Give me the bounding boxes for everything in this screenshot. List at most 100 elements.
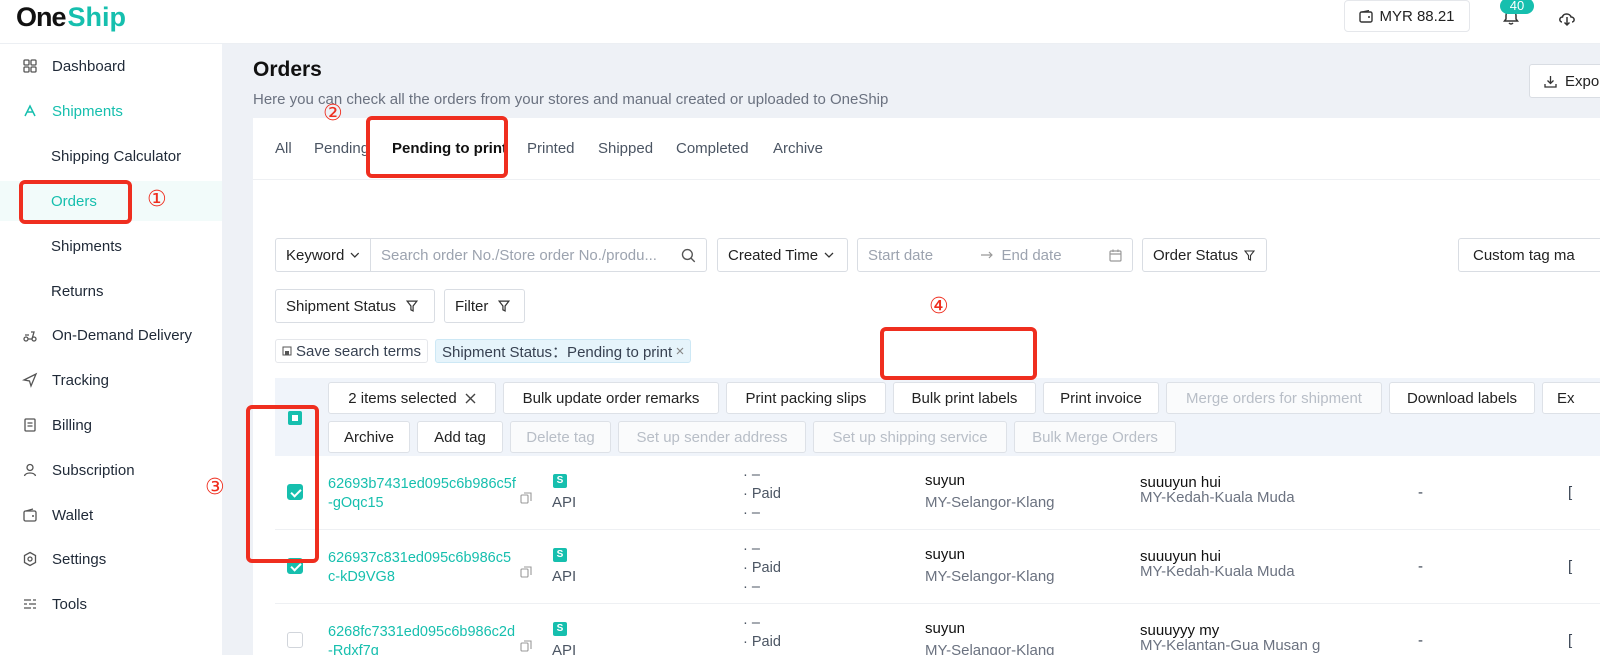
download-labels-button[interactable]: Download labels bbox=[1389, 382, 1535, 414]
payment-status: · – · Paid · – bbox=[743, 466, 781, 523]
sidebar-item-orders[interactable]: Orders bbox=[0, 181, 222, 221]
oneship-logo[interactable]: OneShip bbox=[16, 2, 126, 32]
chevron-down-icon bbox=[350, 252, 360, 258]
filter-button[interactable]: Filter bbox=[444, 289, 525, 323]
sidebar-item-label: Shipments bbox=[51, 237, 122, 255]
close-icon[interactable] bbox=[676, 347, 684, 355]
payment-status: · – · Paid · – bbox=[743, 614, 781, 655]
store-badge: S bbox=[553, 474, 567, 488]
save-icon bbox=[282, 346, 292, 356]
sidebar-item-billing[interactable]: Billing bbox=[0, 405, 222, 445]
row-checkbox[interactable] bbox=[287, 558, 303, 574]
sender-name: suyun bbox=[925, 620, 966, 637]
sidebar-item-label: Shipments bbox=[52, 102, 123, 120]
merge-orders-button[interactable]: Merge orders for shipment bbox=[1166, 382, 1382, 414]
items-selected-label: 2 items selected bbox=[348, 389, 457, 407]
cell-value: [ bbox=[1568, 484, 1573, 501]
sidebar-item-wallet[interactable]: Wallet bbox=[0, 495, 222, 535]
payment-line: · Paid bbox=[743, 634, 781, 650]
cell-value: [ bbox=[1568, 632, 1573, 649]
row-checkbox[interactable] bbox=[287, 632, 303, 648]
page-subtitle: Here you can check all the orders from y… bbox=[253, 91, 889, 108]
created-time-select[interactable]: Created Time bbox=[717, 238, 848, 272]
sidebar-item-dashboard[interactable]: Dashboard bbox=[0, 46, 222, 86]
keyword-select[interactable]: Keyword bbox=[275, 238, 371, 272]
sidebar-item-subscription[interactable]: Subscription bbox=[0, 450, 222, 490]
order-id-link[interactable]: 626937c831ed095c6b986c5c-kD9VG8 bbox=[328, 549, 518, 587]
tab-archive[interactable]: Archive bbox=[773, 140, 823, 157]
table-row[interactable]: 6268fc7331ed095c6b986c2d-Rdxf7g S API · … bbox=[275, 604, 1600, 655]
close-icon[interactable] bbox=[465, 393, 476, 404]
copy-icon[interactable] bbox=[520, 640, 532, 652]
wallet-balance-button[interactable]: MYR 88.21 bbox=[1344, 0, 1470, 32]
sidebar-item-tools[interactable]: Tools bbox=[0, 584, 222, 624]
order-tabs: All Pending Pending to print Printed Shi… bbox=[253, 118, 1600, 180]
main-content: Orders Here you can check all the orders… bbox=[222, 44, 1600, 655]
order-source: API bbox=[552, 494, 577, 511]
sidebar-item-shipments[interactable]: Shipments bbox=[0, 226, 222, 266]
sidebar-item-on-demand-delivery[interactable]: On-Demand Delivery bbox=[0, 315, 222, 355]
tab-all[interactable]: All bbox=[275, 140, 292, 157]
active-filter-label: Shipment Status：Pending to print bbox=[442, 343, 673, 361]
add-tag-button[interactable]: Add tag bbox=[417, 421, 503, 453]
items-selected-pill[interactable]: 2 items selected bbox=[328, 382, 496, 414]
order-id-link[interactable]: 6268fc7331ed095c6b986c2d-Rdxf7g bbox=[328, 623, 518, 655]
set-sender-address-button[interactable]: Set up sender address bbox=[618, 421, 806, 453]
sender-location: MY-Selangor-Klang bbox=[925, 494, 1055, 511]
bulk-merge-orders-button[interactable]: Bulk Merge Orders bbox=[1014, 421, 1176, 453]
logo-text-one: One bbox=[16, 2, 67, 32]
order-id-link[interactable]: 62693b7431ed095c6b986c5f-gOqc15 bbox=[328, 475, 518, 513]
cloud-download-icon[interactable] bbox=[1556, 7, 1578, 29]
print-invoice-button[interactable]: Print invoice bbox=[1043, 382, 1159, 414]
archive-button[interactable]: Archive bbox=[328, 421, 410, 453]
sidebar-item-shipments-group[interactable]: Shipments bbox=[0, 91, 222, 131]
sidebar-item-returns[interactable]: Returns bbox=[0, 271, 222, 311]
search-box bbox=[370, 238, 707, 272]
select-all-checkbox[interactable] bbox=[288, 411, 302, 425]
shipment-status-filter[interactable]: Shipment Status bbox=[275, 289, 435, 323]
tab-pending[interactable]: Pending bbox=[314, 140, 369, 157]
delete-tag-button[interactable]: Delete tag bbox=[510, 421, 611, 453]
cell-value: - bbox=[1418, 484, 1423, 501]
table-row[interactable]: 626937c831ed095c6b986c5c-kD9VG8 S API · … bbox=[275, 530, 1600, 604]
scooter-icon bbox=[23, 331, 37, 342]
bulk-print-labels-button[interactable]: Bulk print labels bbox=[893, 382, 1036, 414]
export-button[interactable]: Expo bbox=[1529, 64, 1600, 98]
bulk-update-remarks-button[interactable]: Bulk update order remarks bbox=[503, 382, 719, 414]
sidebar-item-label: Wallet bbox=[52, 506, 94, 524]
orders-panel: All Pending Pending to print Printed Shi… bbox=[253, 118, 1600, 655]
export-selected-button[interactable]: Ex bbox=[1542, 382, 1600, 414]
start-date-placeholder: Start date bbox=[868, 246, 934, 264]
sidebar-item-label: Billing bbox=[52, 416, 93, 434]
print-packing-slips-button[interactable]: Print packing slips bbox=[726, 382, 886, 414]
filter-button-label: Filter bbox=[455, 297, 489, 315]
table-row[interactable]: 62693b7431ed095c6b986c5f-gOqc15 S API · … bbox=[275, 456, 1600, 530]
tab-completed[interactable]: Completed bbox=[676, 140, 749, 157]
sidebar-item-settings[interactable]: Settings bbox=[0, 539, 222, 579]
search-icon[interactable] bbox=[681, 248, 696, 263]
date-range-picker[interactable]: Start date End date bbox=[857, 238, 1133, 272]
order-status-filter[interactable]: Order Status bbox=[1142, 238, 1267, 272]
payment-line: · – bbox=[743, 541, 760, 557]
step-marker-1: ① bbox=[147, 186, 167, 211]
payment-line: · – bbox=[743, 467, 760, 483]
payment-line: · – bbox=[743, 579, 760, 595]
wallet-balance-text: MYR 88.21 bbox=[1379, 7, 1455, 25]
tab-printed[interactable]: Printed bbox=[527, 140, 575, 157]
custom-tag-label: Custom tag ma bbox=[1473, 246, 1575, 264]
sidebar-item-shipping-calculator[interactable]: Shipping Calculator bbox=[0, 136, 222, 176]
sidebar-item-tracking[interactable]: Tracking bbox=[0, 360, 222, 400]
set-shipping-service-button[interactable]: Set up shipping service bbox=[813, 421, 1007, 453]
copy-icon[interactable] bbox=[520, 566, 532, 578]
custom-tag-button[interactable]: Custom tag ma bbox=[1458, 238, 1600, 272]
top-bar: OneShip MYR 88.21 40 bbox=[0, 0, 1600, 44]
tab-shipped[interactable]: Shipped bbox=[598, 140, 653, 157]
copy-icon[interactable] bbox=[520, 492, 532, 504]
cell-value: - bbox=[1418, 632, 1423, 649]
search-input[interactable] bbox=[381, 246, 676, 264]
save-search-terms-button[interactable]: Save search terms bbox=[275, 339, 429, 363]
sidebar-item-label: Subscription bbox=[52, 461, 135, 479]
row-checkbox[interactable] bbox=[287, 484, 303, 500]
tab-pending-to-print[interactable]: Pending to print bbox=[392, 140, 507, 157]
sidebar-item-label: Settings bbox=[52, 550, 107, 568]
